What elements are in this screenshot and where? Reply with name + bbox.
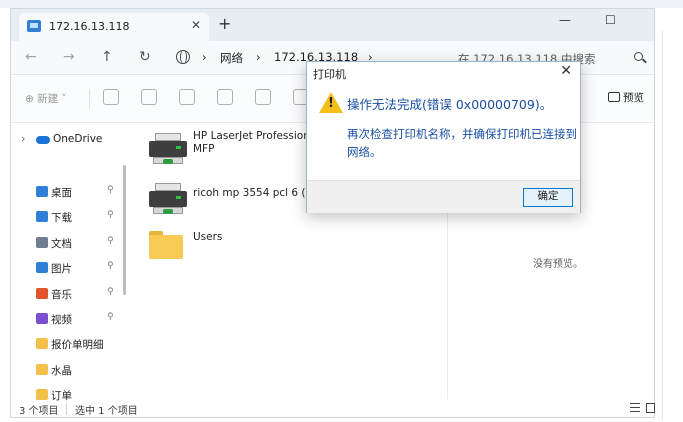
network-folder-icon (27, 20, 41, 32)
printer-error-dialog: 打印机 ✕ 操作无法完成(错误 0x00000709)。 再次检查打印机名称，并… (306, 61, 581, 213)
sidebar-item-label: 视频 (51, 314, 72, 326)
new-button[interactable]: ⊕ 新建 ˅ (25, 91, 67, 106)
rename-icon[interactable] (217, 89, 233, 105)
download-icon (36, 211, 48, 223)
pin-icon[interactable]: ⚲ (107, 312, 114, 322)
item-count: 3 个项目 (19, 406, 59, 417)
preview-label: 预览 (623, 92, 644, 104)
copy-icon[interactable] (141, 89, 157, 105)
paste-icon[interactable] (179, 89, 195, 105)
title-bar: 172.16.13.118 ✕ + — ☐ (11, 9, 654, 41)
file-name: HP LaserJet Professional MFP (193, 130, 320, 155)
sidebar-item-label: 文档 (51, 237, 72, 250)
minimize-button[interactable]: — (559, 13, 571, 27)
file-name: Users (193, 231, 223, 243)
dialog-title: 打印机 (313, 68, 346, 81)
pin-icon[interactable]: ⚲ (107, 287, 114, 297)
documents-icon (36, 236, 48, 248)
sidebar-item-2[interactable]: 下载 ⚲ (11, 206, 123, 228)
list-item-folder[interactable]: Users (141, 223, 441, 267)
warning-icon (319, 92, 343, 113)
refresh-button[interactable]: ↻ (139, 49, 151, 65)
sidebar-item-label: 报价单明细 (51, 339, 104, 352)
dialog-footer: 确定 (307, 180, 580, 213)
chevron-right-icon[interactable]: › (21, 132, 25, 145)
sidebar-item-label: 水晶 (51, 364, 72, 377)
sidebar-item-onedrive[interactable]: › OneDrive (11, 129, 123, 151)
search-icon (634, 52, 643, 61)
tab-label: 172.16.13.118 (49, 20, 130, 33)
breadcrumb-network[interactable]: 网络 (220, 50, 243, 66)
sidebar-item-1[interactable]: 桌面 ⚲ (11, 181, 123, 203)
no-preview-text: 没有预览。 (533, 259, 583, 270)
navigation-pane: › OneDrive 桌面 ⚲ 下载 ⚲ 文档 ⚲ 图片 ⚲ 音乐 ⚲ 视频 ⚲ 报价单明细 水晶 订单 (11, 123, 126, 402)
error-detail: 再次检查打印机名称，并确保打印机已连接到网络。 (347, 127, 577, 159)
dialog-close-button[interactable]: ✕ (560, 63, 572, 79)
maximize-button[interactable]: ☐ (605, 13, 616, 27)
pictures-icon (36, 262, 48, 274)
sidebar-item-3[interactable]: 文档 ⚲ (11, 232, 123, 254)
sidebar-item-7[interactable]: 报价单明细 (11, 333, 123, 355)
window-edge (662, 30, 663, 420)
breadcrumb-separator-icon: › (202, 50, 207, 64)
sidebar-scrollbar[interactable] (123, 165, 126, 295)
toolbar-divider (89, 89, 90, 109)
sidebar-item-6[interactable]: 视频 ⚲ (11, 308, 123, 330)
pin-icon[interactable]: ⚲ (107, 185, 114, 195)
sidebar-item-label: OneDrive (53, 133, 103, 145)
pin-icon[interactable]: ⚲ (107, 261, 114, 271)
onedrive-cloud-icon (36, 136, 50, 144)
tab-close-button[interactable]: ✕ (191, 18, 201, 32)
folder-icon (149, 231, 183, 259)
share-icon[interactable] (255, 89, 271, 105)
sidebar-item-label: 桌面 (51, 187, 72, 199)
sidebar-item-label: 音乐 (51, 288, 72, 301)
new-tab-button[interactable]: + (218, 14, 231, 33)
printer-icon (149, 183, 187, 215)
selected-count: 选中 1 个项目 (75, 406, 138, 417)
dialog-body: 操作无法完成(错误 0x00000709)。 再次检查打印机名称，并确保打印机已… (307, 82, 580, 180)
music-icon (36, 287, 48, 299)
sidebar-item-label: 下载 (51, 212, 72, 225)
status-bar: 3 个项目 选中 1 个项目 (11, 399, 655, 419)
up-button[interactable]: ↑ (101, 49, 113, 65)
file-name: ricoh mp 3554 pcl 6 (副本 (193, 187, 313, 199)
background-window-strip (0, 0, 683, 8)
back-button[interactable]: ← (25, 49, 37, 65)
sidebar-item-8[interactable]: 水晶 (11, 359, 123, 381)
sidebar-item-5[interactable]: 音乐 ⚲ (11, 283, 123, 305)
breadcrumb-separator-icon: › (256, 50, 261, 64)
folder-icon (36, 338, 48, 350)
folder-icon (36, 363, 48, 375)
sidebar-item-4[interactable]: 图片 ⚲ (11, 257, 123, 279)
pin-icon[interactable]: ⚲ (107, 210, 114, 220)
desktop-icon (36, 186, 48, 197)
preview-pane-icon (608, 92, 620, 102)
details-view-icon[interactable] (630, 403, 640, 412)
sidebar-item-label: 图片 (51, 263, 72, 276)
tab-current[interactable]: 172.16.13.118 ✕ (19, 13, 209, 41)
cut-icon[interactable] (103, 89, 119, 105)
error-message: 操作无法完成(错误 0x00000709)。 (347, 97, 553, 112)
ok-button[interactable]: 确定 (523, 188, 573, 207)
status-divider (66, 403, 67, 415)
globe-icon (176, 50, 190, 64)
pin-icon[interactable]: ⚲ (107, 236, 114, 246)
preview-pane-button[interactable]: 预览 (608, 90, 644, 105)
printer-icon (149, 133, 187, 165)
video-icon (36, 313, 48, 324)
forward-button[interactable]: → (63, 49, 75, 65)
tiles-view-icon[interactable] (646, 403, 655, 413)
